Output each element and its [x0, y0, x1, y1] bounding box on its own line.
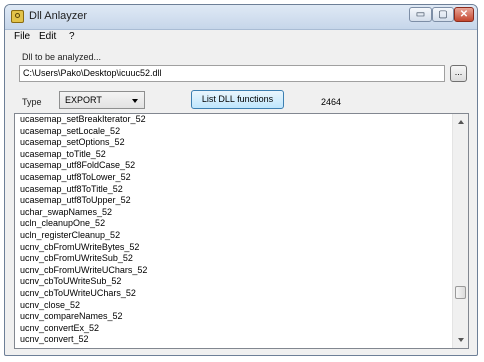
list-item[interactable]: ucnv_convertEx_52 — [15, 323, 453, 335]
function-list-items: ucasemap_setBreakIterator_52 ucasemap_se… — [15, 114, 453, 346]
list-item[interactable]: ucln_cleanupOne_52 — [15, 218, 453, 230]
dll-path-input[interactable]: C:\Users\Pako\Desktop\icuuc52.dll — [19, 65, 445, 82]
list-item[interactable]: ucasemap_utf8FoldCase_52 — [15, 160, 453, 172]
menu-edit[interactable]: Edit — [39, 30, 56, 44]
list-item[interactable]: uchar_swapNames_52 — [15, 207, 453, 219]
list-item[interactable]: ucnv_cbFromUWriteBytes_52 — [15, 242, 453, 254]
list-item[interactable]: ucasemap_utf8ToTitle_52 — [15, 184, 453, 196]
list-item[interactable]: ucnv_cbFromUWriteUChars_52 — [15, 265, 453, 277]
list-item[interactable]: ucasemap_setLocale_52 — [15, 126, 453, 138]
type-label: Type — [22, 97, 42, 107]
list-item[interactable]: ucasemap_utf8ToUpper_52 — [15, 195, 453, 207]
title-bar[interactable]: Dll Anlayzer ▭ ▢ ✕ — [5, 5, 477, 30]
chevron-down-icon — [132, 99, 138, 103]
list-item[interactable]: ucnv_convert_52 — [15, 334, 453, 346]
maximize-icon: ▢ — [438, 9, 448, 20]
browse-button[interactable]: ... — [450, 65, 467, 82]
list-item[interactable]: ucnv_cbFromUWriteSub_52 — [15, 253, 453, 265]
list-item[interactable]: ucasemap_utf8ToLower_52 — [15, 172, 453, 184]
list-item[interactable]: ucasemap_setBreakIterator_52 — [15, 114, 453, 126]
dll-path-label: Dll to be analyzed... — [22, 52, 102, 62]
type-dropdown[interactable]: EXPORT — [59, 91, 145, 109]
function-count: 2464 — [321, 97, 342, 107]
menu-bar: File Edit ? — [5, 30, 477, 44]
list-item[interactable]: ucnv_cbToUWriteSub_52 — [15, 276, 453, 288]
list-item[interactable]: ucnv_cbToUWriteUChars_52 — [15, 288, 453, 300]
list-item[interactable]: ucln_registerCleanup_52 — [15, 230, 453, 242]
list-item[interactable]: ucnv_compareNames_52 — [15, 311, 453, 323]
list-item[interactable]: ucnv_close_52 — [15, 300, 453, 312]
close-icon: ✕ — [459, 9, 469, 20]
scroll-down-icon[interactable] — [458, 338, 464, 342]
list-item[interactable]: ucasemap_toTitle_52 — [15, 149, 453, 161]
type-dropdown-value: EXPORT — [65, 95, 102, 105]
scroll-up-icon[interactable] — [458, 120, 464, 124]
scroll-thumb[interactable] — [455, 286, 466, 299]
list-functions-button[interactable]: List DLL functions — [191, 90, 284, 109]
app-icon — [11, 10, 24, 23]
list-item[interactable]: ucasemap_setOptions_52 — [15, 137, 453, 149]
minimize-button[interactable]: ▭ — [409, 7, 432, 22]
function-list[interactable]: ucasemap_setBreakIterator_52 ucasemap_se… — [14, 113, 469, 349]
minimize-icon: ▭ — [415, 9, 426, 20]
window-title: Dll Anlayzer — [29, 10, 88, 22]
maximize-button[interactable]: ▢ — [432, 7, 454, 22]
app-window: Dll Anlayzer ▭ ▢ ✕ File Edit ? Dll to be… — [4, 4, 478, 356]
close-button[interactable]: ✕ — [454, 7, 474, 22]
menu-file[interactable]: File — [14, 30, 30, 44]
menu-help[interactable]: ? — [69, 30, 75, 44]
vertical-scrollbar[interactable] — [452, 114, 468, 348]
